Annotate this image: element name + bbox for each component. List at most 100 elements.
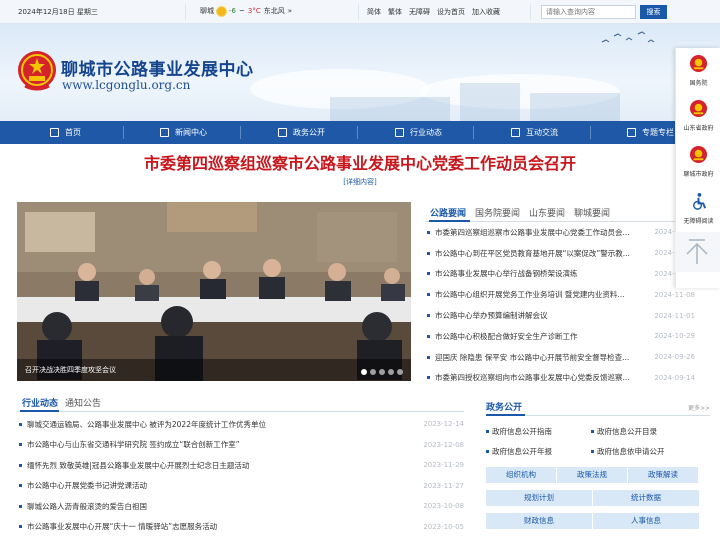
more-link[interactable]: 更多>> <box>688 403 710 412</box>
list-item[interactable]: 聊城公路人沥青般滚烫的爱告白祖国 2023-10-08 <box>17 496 464 517</box>
topic-icon <box>627 128 636 137</box>
search-input[interactable] <box>541 5 636 19</box>
nav-interaction[interactable]: 互动交流 <box>511 121 558 144</box>
link-simplified[interactable]: 简体 <box>367 7 381 17</box>
gov-affairs-title[interactable]: 政务公开 <box>486 400 522 413</box>
slide-dot[interactable] <box>388 369 394 375</box>
weather-more-icon[interactable]: » <box>288 7 292 15</box>
news-title[interactable]: 缅怀先烈 致敬英雄|冠县公路事业发展中心开展烈士纪念日主题活动 <box>27 460 387 471</box>
nav-label: 行业动态 <box>410 128 442 137</box>
link-liaocheng-gov[interactable]: 聊城市政府 <box>676 139 720 183</box>
gov-button-organization[interactable]: 组织机构 <box>486 467 556 483</box>
list-item[interactable]: 市公路中心与山东省交通科学研究院 签约成立“联合创新工作室” 2023-12-08 <box>17 435 464 456</box>
list-item[interactable]: 市公路中心到茌平区党员教育基地开展“以案促改”警示教...2024-11-22 <box>425 243 695 264</box>
nav-news-center[interactable]: 新闻中心 <box>160 121 207 144</box>
news-title[interactable]: 市公路中心举办预算编制讲解会议 <box>435 310 645 321</box>
arrow-up-icon <box>686 239 708 264</box>
list-item[interactable]: 市公路事业发展中心举行战备钢桥架设演练2024-11-08 <box>425 264 695 285</box>
list-item[interactable]: 市公路中心开展党委书记讲党课活动 2023-11-27 <box>17 476 464 497</box>
divider <box>185 4 186 20</box>
news-title[interactable]: 市委第四巡察组巡察市公路事业发展中心党委工作动员会... <box>435 227 645 238</box>
list-item[interactable]: 缅怀先烈 致敬英雄|冠县公路事业发展中心开展烈士纪念日主题活动 2023-11-2… <box>17 455 464 476</box>
gov-link[interactable]: 政府信息公开年报 <box>486 446 552 457</box>
news-title[interactable]: 市委第四授权巡察组向市公路事业发展中心党委反馈巡察... <box>435 372 645 383</box>
float-label: 聊城市政府 <box>683 171 714 178</box>
list-item[interactable]: 市公路事业发展中心开展“庆十一 情暖驿站”志愿服务活动 2023-10-05 <box>17 517 464 538</box>
wheelchair-icon <box>693 192 707 210</box>
slide-dot[interactable] <box>397 369 403 375</box>
tab-industry-news[interactable]: 行业动态 <box>22 396 58 409</box>
link-shandong-gov[interactable]: 山东省政府 <box>676 93 720 137</box>
nav-gov-affairs[interactable]: 政务公开 <box>278 121 325 144</box>
gov-button-statistics[interactable]: 统计数据 <box>593 490 699 506</box>
gov-link-label: 政府信息公开指南 <box>492 427 552 436</box>
news-date: 2024-09-26 <box>654 353 695 362</box>
news-title[interactable]: 市公路中心组织开展党务工作业务培训 暨党建内业资料... <box>435 289 645 300</box>
news-title[interactable]: 市公路事业发展中心开展“庆十一 情暖驿站”志愿服务活动 <box>27 521 387 532</box>
bullet-icon <box>591 450 594 453</box>
back-to-top-button[interactable] <box>675 232 720 272</box>
gov-button-finance[interactable]: 财政信息 <box>486 513 592 529</box>
list-item[interactable]: 市公路中心组织开展党务工作业务培训 暨党建内业资料... 2024-11-08 <box>425 284 695 305</box>
search-button[interactable]: 搜索 <box>640 5 667 19</box>
float-label: 国务院 <box>689 80 708 87</box>
skyline-decoration <box>530 93 620 121</box>
list-item[interactable]: 市委第四巡察组巡察市公路事业发展中心党委工作动员会...2024-12-06 <box>425 222 695 243</box>
tab-highway-news[interactable]: 公路要闻 <box>430 206 466 219</box>
tab-notices[interactable]: 通知公告 <box>65 396 101 409</box>
bullet-icon <box>486 450 489 453</box>
news-date: 2024-09-14 <box>654 373 695 382</box>
link-state-council[interactable]: 国务院 <box>676 48 720 92</box>
gov-link[interactable]: 政府信息公开指南 <box>486 426 552 437</box>
active-tab-indicator <box>486 414 525 416</box>
nav-label: 专题专栏 <box>642 128 674 137</box>
link-accessible-reading[interactable]: 无障碍阅读 <box>676 186 720 230</box>
list-item[interactable]: 迎国庆 除隐患 保平安 市公路中心开展节前安全督导检查... 2024-09-26 <box>425 347 695 368</box>
slideshow-caption[interactable]: 召开决战决胜四季度攻坚会议 <box>25 365 116 375</box>
list-item[interactable]: 聊城交通运输局、公路事业发展中心 被评为2022年度统计工作优秀单位 2023-1… <box>17 414 464 435</box>
nav-special[interactable]: 专题专栏 <box>627 121 674 144</box>
bullet-icon <box>427 230 430 234</box>
site-url: www.lcgonglu.org.cn <box>62 78 191 92</box>
news-slideshow[interactable]: 召开决战决胜四季度攻坚会议 <box>17 202 411 381</box>
bullet-icon <box>427 251 430 255</box>
news-title[interactable]: 聊城公路人沥青般滚烫的爱告白祖国 <box>27 501 387 512</box>
news-title[interactable]: 聊城交通运输局、公路事业发展中心 被评为2022年度统计工作优秀单位 <box>27 419 387 430</box>
tab-liaocheng-news[interactable]: 聊城要闻 <box>574 206 610 219</box>
news-date: 2023-12-08 <box>423 440 464 449</box>
gov-button-regulations[interactable]: 政策法规 <box>557 467 627 483</box>
link-set-homepage[interactable]: 设为首页 <box>437 7 465 17</box>
link-traditional[interactable]: 繁体 <box>388 7 402 17</box>
news-date: 2023-10-08 <box>423 502 464 511</box>
news-title[interactable]: 市公路中心与山东省交通科学研究院 签约成立“联合创新工作室” <box>27 439 387 450</box>
gov-link[interactable]: 政府信息依申请公开 <box>591 446 665 457</box>
news-title[interactable]: 市公路中心到茌平区党员教育基地开展“以案促改”警示教... <box>435 248 645 259</box>
gov-button-personnel[interactable]: 人事信息 <box>593 513 699 529</box>
bullet-icon <box>486 430 489 433</box>
slide-dot[interactable] <box>361 369 367 375</box>
gov-button-planning[interactable]: 规划计划 <box>486 490 592 506</box>
news-icon <box>160 128 169 137</box>
gov-link[interactable]: 政府信息公开目录 <box>591 426 657 437</box>
list-item[interactable]: 市公路中心积极配合做好安全生产诊断工作 2024-10-29 <box>425 326 695 347</box>
list-item[interactable]: 市公路中心举办预算编制讲解会议 2024-11-01 <box>425 305 695 326</box>
list-item[interactable]: 市委第四授权巡察组向市公路事业发展中心党委反馈巡察... 2024-09-14 <box>425 368 695 389</box>
link-accessibility[interactable]: 无障碍 <box>409 7 430 17</box>
gov-button-interpretation[interactable]: 政策解读 <box>628 467 698 483</box>
news-title[interactable]: 市公路中心开展党委书记讲党课活动 <box>27 480 387 491</box>
tab-shandong-news[interactable]: 山东要闻 <box>529 206 565 219</box>
news-title[interactable]: 市公路中心积极配合做好安全生产诊断工作 <box>435 331 645 342</box>
slide-dot[interactable] <box>379 369 385 375</box>
link-add-favorite[interactable]: 加入收藏 <box>472 7 500 17</box>
nav-industry[interactable]: 行业动态 <box>395 121 442 144</box>
nav-home[interactable]: 首页 <box>50 121 81 144</box>
news-title[interactable]: 市公路事业发展中心举行战备钢桥架设演练 <box>435 268 645 279</box>
headline-title[interactable]: 市委第四巡察组巡察市公路事业发展中心党委工作动员会召开 <box>0 150 720 174</box>
detail-link[interactable]: [详细内容] <box>0 177 720 187</box>
tab-state-council-news[interactable]: 国务院要闻 <box>475 206 520 219</box>
weather-widget[interactable]: 聊城 -6 ~ 3°C 东北风 » <box>200 6 292 16</box>
news-date: 2024-10-29 <box>654 332 695 341</box>
news-title[interactable]: 迎国庆 除隐患 保平安 市公路中心开展节前安全督导检查... <box>435 352 645 363</box>
slide-dot[interactable] <box>370 369 376 375</box>
industry-tabs: 行业动态 通知公告 <box>17 394 464 412</box>
